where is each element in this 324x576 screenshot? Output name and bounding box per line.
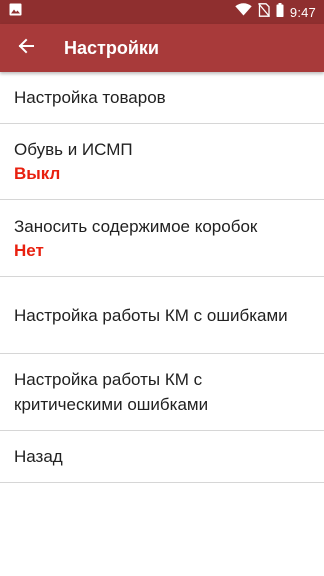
menu-item-label: Заносить содержимое коробок xyxy=(14,216,258,236)
app-bar: Настройки xyxy=(0,24,324,72)
no-sim-icon xyxy=(257,2,270,22)
back-button[interactable] xyxy=(2,24,50,72)
menu-item-label: Настройка работы КМ с ошибками xyxy=(14,305,288,325)
menu-item-label: Настройка товаров xyxy=(14,88,166,107)
image-icon xyxy=(9,3,22,21)
wifi-icon xyxy=(235,3,252,21)
status-right: 9:47 xyxy=(235,2,316,22)
menu-item-box-contents[interactable]: Заносить содержимое коробок Нет xyxy=(0,200,324,277)
menu-item-label: Обувь и ИСМП xyxy=(14,140,133,159)
clock: 9:47 xyxy=(289,4,316,20)
status-bar: 9:47 xyxy=(0,0,324,24)
menu-item-value: Выкл xyxy=(14,164,61,183)
menu-item-goods-settings[interactable]: Настройка товаров xyxy=(0,72,324,124)
menu-item-km-errors[interactable]: Настройка работы КМ с ошибками xyxy=(0,277,324,354)
battery-icon xyxy=(276,2,284,22)
menu-item-label: Назад xyxy=(14,447,63,466)
status-left xyxy=(9,3,22,21)
arrow-left-icon xyxy=(18,38,34,59)
menu-item-shoes-ismp[interactable]: Обувь и ИСМП Выкл xyxy=(0,124,324,200)
settings-list: Настройка товаров Обувь и ИСМП Выкл Зано… xyxy=(0,72,324,483)
menu-item-km-critical-errors[interactable]: Настройка работы КМ с критическими ошибк… xyxy=(0,354,324,431)
page-title: Настройки xyxy=(64,37,159,58)
menu-item-value: Нет xyxy=(14,240,44,260)
menu-item-back[interactable]: Назад xyxy=(0,431,324,483)
menu-item-label: Настройка работы КМ с критическими ошибк… xyxy=(14,370,209,414)
